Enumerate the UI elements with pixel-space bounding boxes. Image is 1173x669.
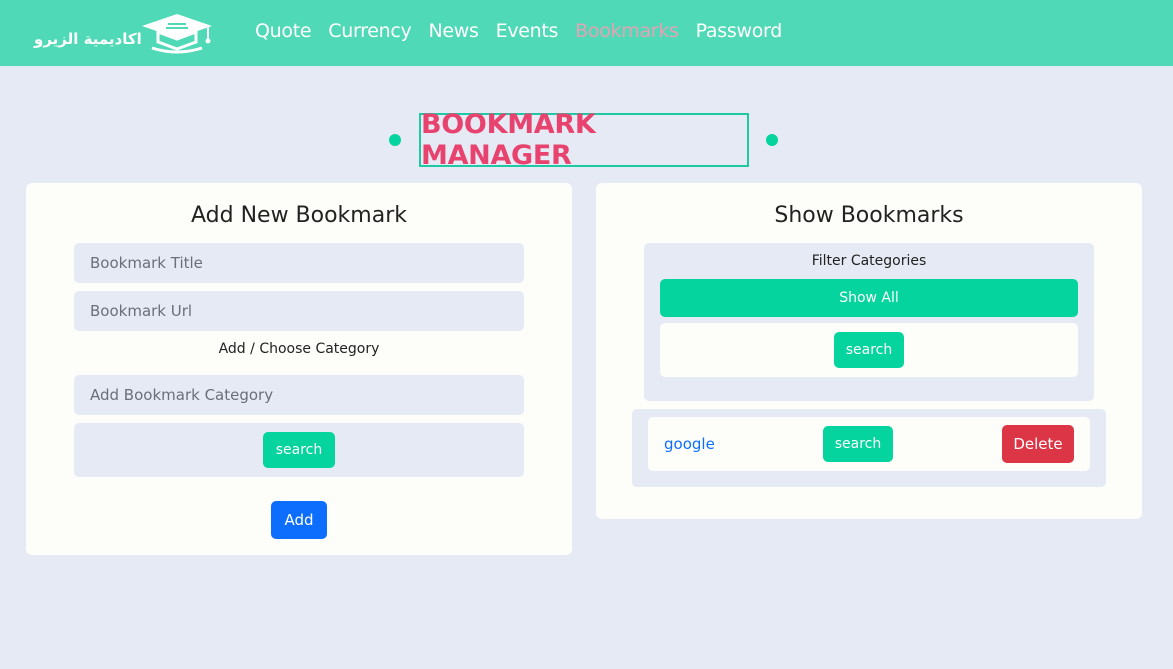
brand-logo[interactable]: اكاديمية الزيرو [34,12,216,56]
show-bookmarks-heading: Show Bookmarks [774,203,964,228]
category-filter-list: search [660,323,1078,377]
category-label: Add / Choose Category [218,341,380,357]
nav-item-bookmarks[interactable]: Bookmarks [575,20,679,42]
bookmark-link[interactable]: google [664,435,715,453]
nav-item-currency[interactable]: Currency [328,20,412,42]
add-bookmark-card: Add New Bookmark Add / Choose Category s… [26,183,572,555]
nav-item-quote[interactable]: Quote [255,20,312,42]
delete-bookmark-button[interactable]: Delete [1002,425,1074,463]
category-search-button[interactable]: search [263,432,335,468]
nav-item-events[interactable]: Events [496,20,559,42]
nav-links: Quote Currency News Events Bookmarks Pas… [255,20,799,42]
bookmark-list: google search Delete [632,409,1106,487]
page-title: BOOKMARK MANAGER [421,109,596,171]
decorative-dot-right [766,134,778,146]
page-title-section: BOOKMARK MANAGER [0,109,1173,171]
bookmark-row: google search Delete [648,417,1090,471]
category-filter-search-button[interactable]: search [834,332,904,368]
page-title-box: BOOKMARK MANAGER [419,109,749,171]
navbar: اكاديمية الزيرو Quote Currency News Even… [0,0,1173,66]
nav-item-password[interactable]: Password [696,20,783,42]
show-all-button[interactable]: Show All [660,279,1078,317]
bookmark-category-button[interactable]: search [823,426,893,462]
filter-categories-label: Filter Categories [811,253,927,269]
add-bookmark-button[interactable]: Add [271,501,327,539]
filter-categories-panel: Filter Categories Show All search [644,243,1094,401]
bookmark-title-input[interactable] [74,243,524,283]
bookmark-category-input[interactable] [74,375,524,415]
decorative-dot-left [389,134,401,146]
brand-logo-text: اكاديمية الزيرو [34,30,142,48]
add-bookmark-heading: Add New Bookmark [190,203,407,228]
graduation-cap-book-icon [142,14,212,54]
nav-item-news[interactable]: News [428,20,478,42]
bookmark-url-input[interactable] [74,291,524,331]
category-choice-panel: search [74,423,524,477]
show-bookmarks-card: Show Bookmarks Filter Categories Show Al… [596,183,1142,519]
